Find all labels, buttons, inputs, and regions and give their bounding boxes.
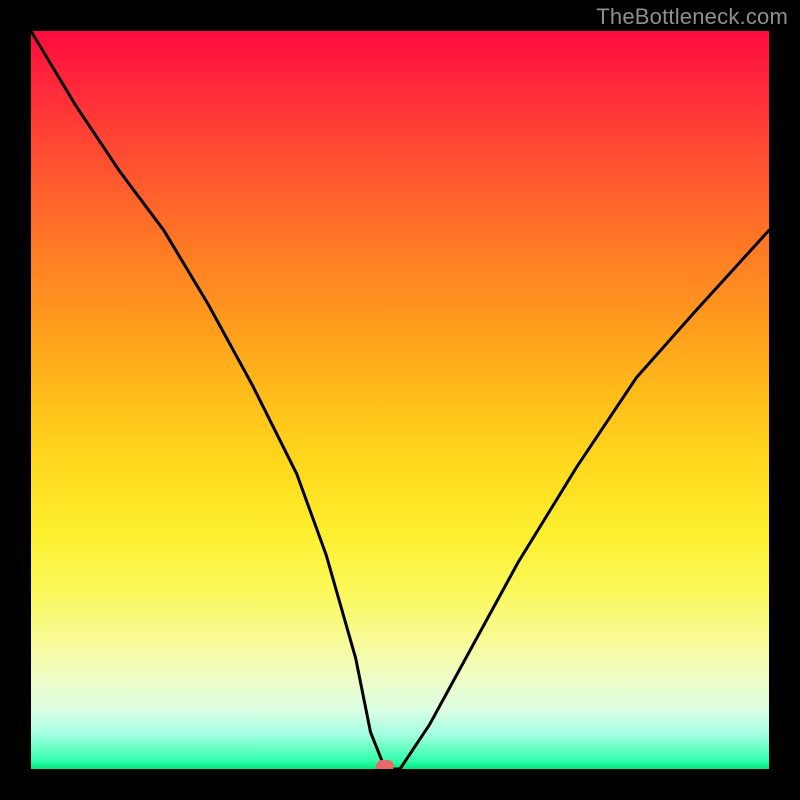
chart-frame: { "watermark": "TheBottleneck.com", "cha… — [0, 0, 800, 800]
optimal-point-marker — [376, 760, 394, 769]
watermark-text: TheBottleneck.com — [596, 4, 788, 30]
plot-area — [31, 31, 769, 769]
bottleneck-curve — [31, 31, 769, 769]
